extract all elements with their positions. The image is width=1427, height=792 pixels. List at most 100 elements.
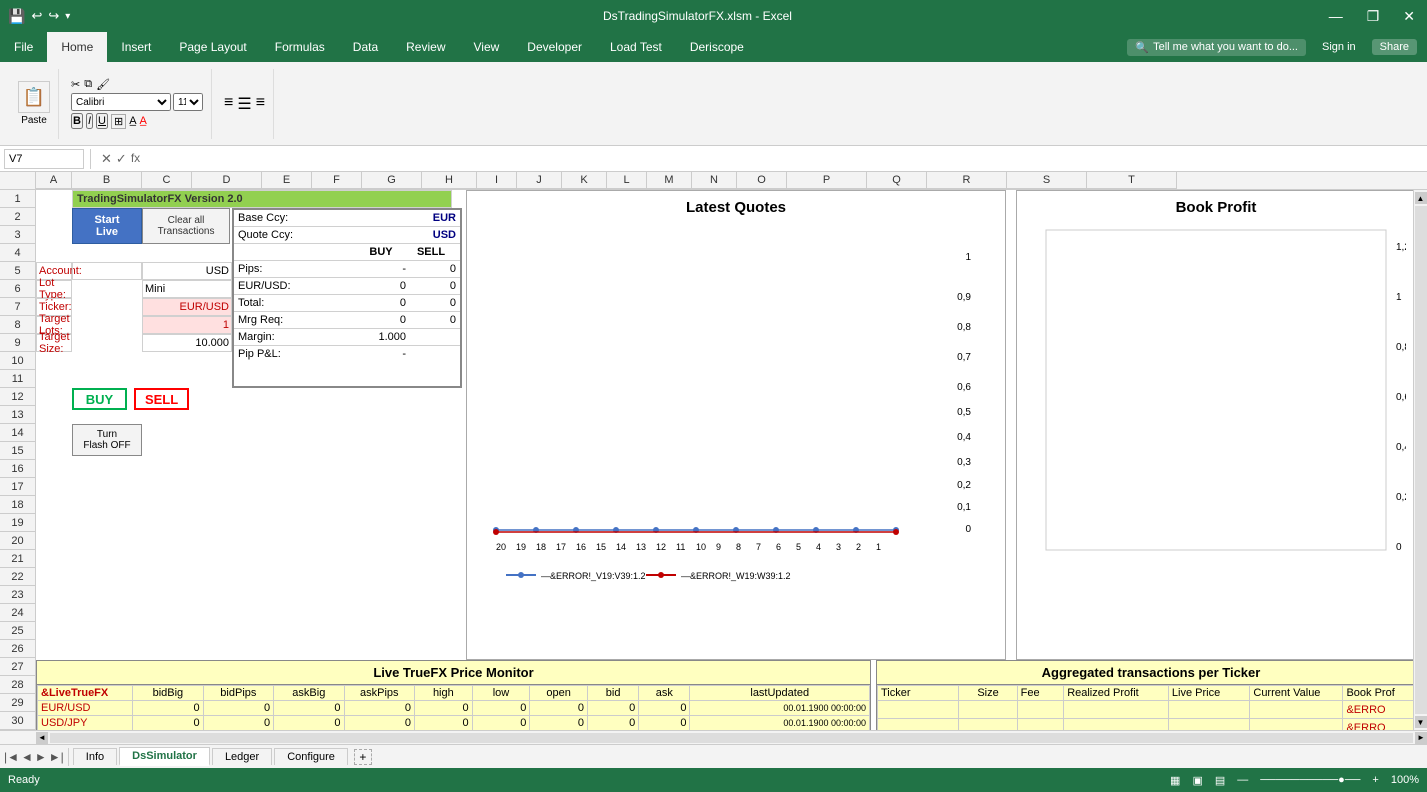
align-right-icon[interactable]: ≡ bbox=[256, 94, 265, 114]
col-header-s[interactable]: S bbox=[1007, 172, 1087, 189]
cell-c8[interactable]: 1 bbox=[142, 316, 232, 334]
cell-c9[interactable]: 10.000 bbox=[142, 334, 232, 352]
cell-a9[interactable]: Target Size: bbox=[36, 334, 72, 352]
col-header-p[interactable]: P bbox=[787, 172, 867, 189]
tab-nav-next[interactable]: ► bbox=[35, 750, 47, 764]
cell-c7[interactable]: EUR/USD bbox=[142, 298, 232, 316]
col-header-a[interactable]: A bbox=[36, 172, 72, 189]
scroll-down-button[interactable]: ▼ bbox=[1415, 716, 1427, 728]
grid-area[interactable]: TradingSimulatorFX Version 2.0 StartLive… bbox=[36, 190, 1413, 730]
tab-deriscope[interactable]: Deriscope bbox=[676, 32, 758, 62]
agg-row: &ERRO bbox=[878, 719, 1414, 731]
tab-page-layout[interactable]: Page Layout bbox=[165, 32, 260, 62]
col-header-e[interactable]: E bbox=[262, 172, 312, 189]
zoom-out-button[interactable]: — bbox=[1237, 774, 1248, 786]
normal-view-icon[interactable]: ▣ bbox=[1192, 774, 1202, 787]
scroll-left-button[interactable]: ◄ bbox=[36, 732, 48, 744]
tab-info[interactable]: Info bbox=[73, 748, 117, 765]
maximize-button[interactable]: ❐ bbox=[1363, 8, 1384, 25]
sell-button[interactable]: SELL bbox=[134, 388, 189, 410]
col-header-j[interactable]: J bbox=[517, 172, 562, 189]
cell-a6[interactable]: Lot Type: bbox=[36, 280, 72, 298]
tab-nav-prev[interactable]: ◄ bbox=[21, 750, 33, 764]
fill-color-button[interactable]: A̲ bbox=[129, 115, 136, 127]
tab-view[interactable]: View bbox=[460, 32, 514, 62]
cell-c6[interactable]: Mini bbox=[142, 280, 232, 298]
clear-all-button[interactable]: Clear allTransactions bbox=[142, 208, 230, 244]
align-center-icon[interactable]: ☰ bbox=[237, 94, 251, 114]
col-header-k[interactable]: K bbox=[562, 172, 607, 189]
italic-button[interactable]: I bbox=[86, 113, 93, 129]
tab-dssimulator[interactable]: DsSimulator bbox=[119, 747, 210, 766]
col-header-t[interactable]: T bbox=[1087, 172, 1177, 189]
col-header-g[interactable]: G bbox=[362, 172, 422, 189]
zoom-slider[interactable]: ──────────●── bbox=[1260, 774, 1360, 786]
col-header-r[interactable]: R bbox=[927, 172, 1007, 189]
col-header-l[interactable]: L bbox=[607, 172, 647, 189]
start-live-button[interactable]: StartLive bbox=[72, 208, 142, 244]
col-header-m[interactable]: M bbox=[647, 172, 692, 189]
tab-developer[interactable]: Developer bbox=[513, 32, 596, 62]
tab-file[interactable]: File bbox=[0, 32, 47, 62]
tab-insert[interactable]: Insert bbox=[107, 32, 165, 62]
format-painter-icon[interactable]: 🖌 bbox=[96, 78, 110, 91]
col-header-o[interactable]: O bbox=[737, 172, 787, 189]
col-header-f[interactable]: F bbox=[312, 172, 362, 189]
formula-input[interactable] bbox=[148, 153, 1423, 165]
turn-flash-button[interactable]: TurnFlash OFF bbox=[72, 424, 142, 456]
redo-icon[interactable]: ↪ bbox=[48, 8, 59, 24]
tab-nav-first[interactable]: |◄ bbox=[4, 750, 19, 764]
tab-data[interactable]: Data bbox=[339, 32, 392, 62]
share-button[interactable]: Share bbox=[1372, 39, 1417, 55]
underline-button[interactable]: U bbox=[96, 113, 108, 129]
vertical-scrollbar[interactable]: ▲ ▼ bbox=[1413, 190, 1427, 730]
font-size-select[interactable]: 11 bbox=[173, 93, 203, 111]
scroll-thumb[interactable] bbox=[1415, 206, 1427, 714]
borders-button[interactable]: ⊞ bbox=[111, 114, 126, 129]
insert-function-icon[interactable]: fx bbox=[131, 151, 140, 167]
font-color-button[interactable]: A̲ bbox=[140, 115, 147, 127]
tab-nav-last[interactable]: ►| bbox=[49, 750, 64, 764]
minimize-button[interactable]: — bbox=[1325, 8, 1347, 25]
bold-button[interactable]: B bbox=[71, 113, 83, 129]
tab-review[interactable]: Review bbox=[392, 32, 459, 62]
zoom-in-button[interactable]: + bbox=[1372, 774, 1378, 786]
ribbon-search[interactable]: Tell me what you want to do... bbox=[1153, 41, 1298, 53]
close-button[interactable]: ✕ bbox=[1399, 8, 1419, 25]
col-header-d[interactable]: D bbox=[192, 172, 262, 189]
cell-c5[interactable]: USD bbox=[142, 262, 232, 280]
paste-button[interactable]: 📋 bbox=[18, 81, 50, 113]
add-sheet-button[interactable]: + bbox=[354, 749, 372, 765]
name-box[interactable]: V7 bbox=[4, 149, 84, 169]
buy-button[interactable]: BUY bbox=[72, 388, 127, 410]
col-header-c[interactable]: C bbox=[142, 172, 192, 189]
tab-configure[interactable]: Configure bbox=[274, 748, 348, 765]
tab-load-test[interactable]: Load Test bbox=[596, 32, 676, 62]
tab-ledger[interactable]: Ledger bbox=[212, 748, 272, 765]
tab-nav-buttons[interactable]: |◄ ◄ ► ►| bbox=[0, 748, 69, 766]
col-header-b[interactable]: B bbox=[72, 172, 142, 189]
tab-home[interactable]: Home bbox=[47, 32, 107, 62]
confirm-formula-icon[interactable]: ✓ bbox=[116, 151, 127, 167]
col-header-n[interactable]: N bbox=[692, 172, 737, 189]
save-icon[interactable]: 💾 bbox=[8, 8, 25, 25]
horizontal-scrollbar[interactable]: ◄ ► bbox=[0, 730, 1427, 744]
sign-in-button[interactable]: Sign in bbox=[1322, 41, 1356, 53]
scroll-right-button[interactable]: ► bbox=[1415, 732, 1427, 744]
cut-icon[interactable]: ✂ bbox=[71, 78, 80, 91]
undo-icon[interactable]: ↩ bbox=[31, 8, 42, 24]
cancel-formula-icon[interactable]: ✕ bbox=[101, 151, 112, 167]
tab-formulas[interactable]: Formulas bbox=[261, 32, 339, 62]
scroll-up-button[interactable]: ▲ bbox=[1415, 192, 1427, 204]
col-header-i[interactable]: I bbox=[477, 172, 517, 189]
page-layout-icon[interactable]: ▦ bbox=[1170, 774, 1180, 787]
align-left-icon[interactable]: ≡ bbox=[224, 94, 233, 114]
quick-access-toolbar[interactable]: 💾 ↩ ↪ ▾ bbox=[8, 8, 70, 25]
col-header-h[interactable]: H bbox=[422, 172, 477, 189]
copy-icon[interactable]: ⧉ bbox=[84, 78, 92, 91]
font-family-select[interactable]: Calibri bbox=[71, 93, 171, 111]
hscroll-thumb[interactable] bbox=[50, 733, 1413, 743]
col-header-q[interactable]: Q bbox=[867, 172, 927, 189]
page-break-icon[interactable]: ▤ bbox=[1215, 774, 1225, 787]
cell-b5[interactable] bbox=[72, 262, 142, 280]
